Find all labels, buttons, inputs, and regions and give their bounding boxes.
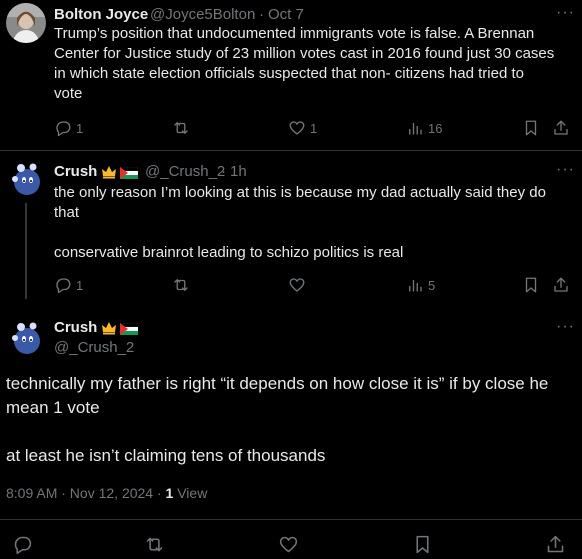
tweet-meta: 8:09 AM · Nov 12, 2024 · 1 View	[6, 485, 207, 501]
avatar-photo	[6, 3, 46, 43]
avatar[interactable]	[6, 3, 46, 43]
avatar[interactable]	[6, 318, 46, 358]
meta-separator: ·	[221, 163, 226, 180]
author-name[interactable]: Bolton Joyce	[54, 6, 148, 23]
retweet-button[interactable]	[144, 534, 165, 555]
bookmark-icon	[525, 277, 537, 293]
share-icon	[554, 120, 568, 135]
tweet-text: Trump’s position that undocumented immig…	[54, 24, 574, 104]
tweet-text: the only reason I’m looking at this is b…	[54, 183, 574, 263]
views-button[interactable]: 5	[406, 276, 435, 294]
views-label: View	[177, 485, 208, 501]
author-handle[interactable]: @Joyce5Bolton	[150, 6, 255, 23]
avatar-photo	[6, 159, 46, 199]
more-icon[interactable]: ···	[556, 318, 575, 336]
text-line: technically my father is right “it depen…	[6, 374, 549, 393]
views-icon	[409, 122, 422, 135]
share-icon	[547, 535, 564, 553]
thread-line	[25, 203, 27, 299]
post-time[interactable]: 1h	[230, 163, 247, 180]
share-button[interactable]	[552, 276, 570, 294]
tweet-bolton[interactable]: Bolton Joyce @Joyce5Bolton · Oct 7 ··· T…	[0, 0, 582, 150]
more-icon[interactable]: ···	[556, 161, 575, 179]
main-tweet-text: technically my father is right “it depen…	[6, 372, 576, 468]
reply-icon	[56, 121, 71, 137]
retweet-icon	[146, 537, 163, 552]
crown-emoji	[101, 164, 117, 180]
main-actions	[0, 520, 582, 559]
text-line: vote	[54, 85, 83, 102]
bookmark-icon	[525, 120, 537, 136]
author-handle[interactable]: @_Crush_2	[54, 339, 134, 356]
bookmark-button[interactable]	[522, 276, 540, 294]
text-line: in which state election officials suspec…	[54, 65, 524, 82]
more-icon[interactable]: ···	[556, 4, 575, 22]
flag-emoji	[119, 166, 139, 179]
like-icon	[289, 278, 305, 292]
meta-separator: ·	[259, 6, 264, 23]
share-button[interactable]	[552, 119, 570, 137]
bookmark-icon	[416, 535, 429, 554]
bookmark-button[interactable]	[522, 119, 540, 137]
like-button[interactable]	[278, 534, 299, 555]
retweet-icon	[174, 279, 188, 291]
views-icon	[409, 279, 422, 292]
view-count: 5	[428, 277, 436, 293]
retweet-icon	[174, 122, 188, 134]
author-handle[interactable]: @_Crush_2	[145, 163, 225, 180]
post-time[interactable]: Oct 7	[268, 6, 304, 23]
like-count: 1	[310, 120, 318, 136]
text-line: mean 1 vote	[6, 398, 100, 417]
reply-button[interactable]: 1	[54, 276, 83, 294]
text-line: Center for Justice study of 23 million v…	[54, 45, 555, 62]
retweet-button[interactable]	[172, 276, 190, 294]
crown-emoji	[101, 320, 117, 336]
like-icon	[279, 536, 298, 553]
text-line: at least he isn’t claiming tens of thous…	[6, 446, 326, 465]
bookmark-button[interactable]	[412, 534, 433, 555]
flag-emoji	[119, 322, 139, 335]
reply-count: 1	[76, 120, 84, 136]
tweet-crush-reply[interactable]: Crush @_Crush_2 · 1h ··· the only reason…	[0, 151, 582, 299]
avatar-photo	[6, 318, 46, 358]
text-line: conservative brainrot leading to schizo …	[54, 244, 404, 261]
timestamp[interactable]: 8:09 AM · Nov 12, 2024 ·	[6, 485, 166, 501]
share-button[interactable]	[545, 534, 566, 555]
views-count: 1	[165, 485, 174, 501]
retweet-button[interactable]	[172, 119, 190, 137]
avatar[interactable]	[6, 159, 46, 199]
text-line: Trump’s position that undocumented immig…	[54, 25, 535, 42]
text-line: that	[54, 204, 80, 221]
text-line: the only reason I’m looking at this is b…	[54, 184, 546, 201]
like-button[interactable]	[288, 276, 306, 294]
main-tweet: Crush @_Crush_2 ··· technically my fathe…	[0, 300, 582, 520]
reply-count: 1	[76, 277, 84, 293]
like-icon	[289, 121, 305, 135]
reply-icon	[56, 278, 71, 294]
reply-button[interactable]	[12, 534, 33, 555]
like-button[interactable]: 1	[288, 119, 317, 137]
reply-button[interactable]: 1	[54, 119, 83, 137]
view-count: 16	[428, 120, 443, 136]
views-button[interactable]: 16	[406, 119, 442, 137]
reply-icon	[14, 536, 32, 555]
share-icon	[554, 277, 568, 292]
author-name[interactable]: Crush	[54, 319, 97, 336]
author-name[interactable]: Crush	[54, 163, 97, 180]
